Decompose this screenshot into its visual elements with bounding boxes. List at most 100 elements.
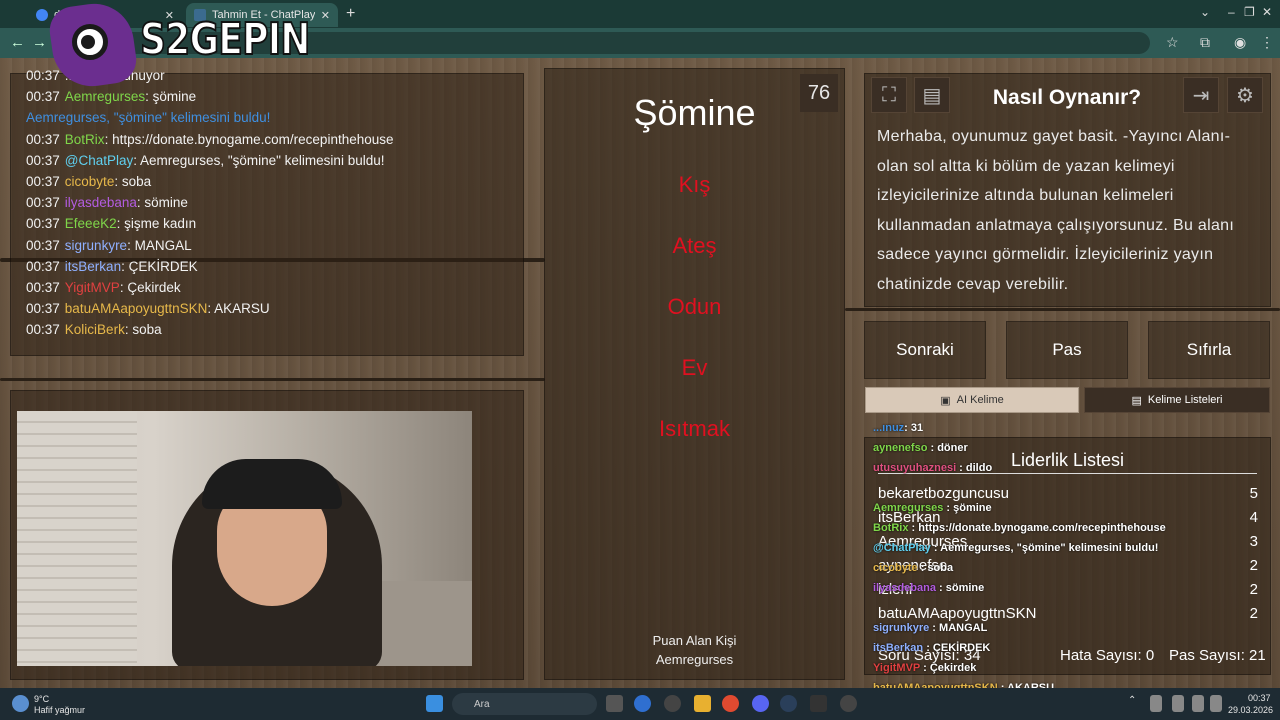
overlay-chat-username: @ChatPlay xyxy=(873,542,931,554)
chat-username[interactable]: YigitMVP xyxy=(65,280,120,295)
overlay-chat-text: : ÇEKİRDEK xyxy=(923,642,991,654)
leaderboard-score: 4 xyxy=(1249,509,1258,526)
leaderboard-score: 5 xyxy=(1249,485,1258,502)
how-to-play-title: Nasıl Oynanır? xyxy=(992,86,1142,109)
overlay-chat-message: ilyasdebana : sömine xyxy=(873,582,984,594)
leaderboard-name: batuAMAapoyugttnSKN xyxy=(878,605,1037,622)
scorer-name: Aemregurses xyxy=(655,652,734,667)
leaderboard-row: bekaretbozguncusu 5 xyxy=(878,485,1258,502)
volume-icon[interactable] xyxy=(1210,695,1222,712)
chat-username[interactable]: batuAMAapoyugttnSKN xyxy=(65,301,208,316)
back-icon[interactable]: ← xyxy=(10,34,25,51)
chat-username[interactable]: Aemregurses, "şömine" kelimesini buldu! xyxy=(26,110,270,125)
logout-icon[interactable]: ⇥ xyxy=(1183,77,1219,113)
overlay-chat-text: : MANGAL xyxy=(929,622,988,634)
microphone-icon[interactable] xyxy=(1172,695,1184,712)
chat-message: 00:37 cicobyte: soba xyxy=(26,174,151,189)
steam-icon[interactable] xyxy=(780,695,797,712)
chat-text: : https://donate.bynogame.com/recepinthe… xyxy=(104,131,394,147)
obs-icon[interactable] xyxy=(840,695,857,712)
discord-icon[interactable] xyxy=(752,695,769,712)
word-lists-button[interactable]: ▤ Kelime Listeleri xyxy=(1084,387,1270,413)
overlay-chat-username: utusuyuhaznesi xyxy=(873,462,957,474)
chat-text: : soba xyxy=(124,322,162,338)
leaderboard-score: 2 xyxy=(1249,605,1258,622)
forward-icon[interactable]: → xyxy=(32,34,47,51)
chat-username[interactable]: BotRix xyxy=(65,132,105,147)
chat-message: 00:37 ilyasdebana: sömine xyxy=(26,195,188,210)
chat-username[interactable]: EfeeeK2 xyxy=(65,216,117,231)
forbidden-word: Isıtmak xyxy=(659,416,730,441)
chat-text: : soba xyxy=(114,174,152,189)
fullscreen-icon[interactable]: ⛶ xyxy=(871,77,907,113)
tray-chevron-icon[interactable]: ⌃ xyxy=(1128,695,1138,712)
logo-text: S2GEPIN xyxy=(139,13,311,66)
pass-button[interactable]: Pas xyxy=(1006,321,1128,379)
extensions-icon[interactable]: ⧉ xyxy=(1200,34,1210,51)
chat-username[interactable]: cicobyte xyxy=(65,174,115,189)
overlay-chat-text: : Aemregurses, "şömine" kelimesini buldu… xyxy=(930,542,1159,554)
overlay-chat-username: cicobyte xyxy=(873,562,918,574)
chat-timestamp: 00:37 xyxy=(26,301,60,317)
chat-message: Aemregurses, "şömine" kelimesini buldu! xyxy=(26,110,270,125)
chat-username[interactable]: ilyasdebana xyxy=(65,195,137,210)
ai-word-button[interactable]: ▣ AI Kelime xyxy=(865,387,1079,413)
word-lists-label: Kelime Listeleri xyxy=(1147,394,1223,406)
weather-icon[interactable] xyxy=(12,695,29,712)
tab-close-icon[interactable]: ✕ xyxy=(321,9,330,22)
chat-username[interactable]: sigrunkyre xyxy=(65,238,127,253)
maximize-button[interactable]: ❐ xyxy=(1244,5,1255,19)
overlay-chat-message: aynenefso : döner xyxy=(873,442,968,454)
settings-gear-icon[interactable]: ⚙ xyxy=(1227,77,1263,113)
chat-message: 00:37 BotRix: https://donate.bynogame.com… xyxy=(26,132,394,147)
window-blind xyxy=(17,411,137,666)
tab-search-icon[interactable]: ⌄ xyxy=(1200,5,1210,19)
menu-icon[interactable]: ⋮ xyxy=(1260,34,1274,51)
app-icon[interactable] xyxy=(810,695,827,712)
overlay-chat-username: BotRix xyxy=(873,522,909,534)
chat-message: 00:37 sigrunkyre: MANGAL xyxy=(26,238,192,253)
overlay-chat-text: : dildo xyxy=(956,462,993,474)
chat-timestamp: 00:37 xyxy=(26,237,60,253)
chat-timestamp: 00:37 xyxy=(26,131,60,147)
google-favicon-icon xyxy=(36,9,48,21)
task-view-icon[interactable] xyxy=(606,695,623,712)
clock-time: 00:37 xyxy=(1248,693,1271,703)
chat-username[interactable]: KoliciBerk xyxy=(65,322,125,337)
chat-message: 00:37 itsBerkan: ÇEKİRDEK xyxy=(26,259,198,274)
new-tab-button[interactable]: + xyxy=(346,5,355,23)
notes-icon[interactable]: ▤ xyxy=(914,77,950,113)
app-icon[interactable] xyxy=(664,695,681,712)
app-icon[interactable] xyxy=(634,695,651,712)
stream-logo: S2GEPIN xyxy=(46,0,322,92)
chat-username[interactable]: itsBerkan xyxy=(65,259,121,274)
how-to-play-text: Merhaba, oyunumuz gayet basit. -Yayıncı … xyxy=(877,128,1235,293)
scorer-label: Puan Alan Kişi xyxy=(652,633,737,648)
chat-message: 00:37 batuAMAapoyugttnSKN: AKARSU xyxy=(26,301,270,316)
network-icon[interactable] xyxy=(1150,695,1162,712)
profile-icon[interactable]: ◉ xyxy=(1234,34,1246,51)
chat-timestamp: 00:37 xyxy=(26,258,60,274)
windows-start-icon[interactable] xyxy=(426,695,443,712)
chat-message: 00:37 @ChatPlay: Aemregurses, "şömine" ke… xyxy=(26,153,384,168)
bookmark-star-icon[interactable]: ☆ xyxy=(1166,34,1179,51)
overlay-chat-text: : şömine xyxy=(943,502,992,514)
reset-button[interactable]: Sıfırla xyxy=(1148,321,1270,379)
overlay-chat-text: : 31 xyxy=(904,422,924,434)
leaderboard-name: bekaretbozguncusu xyxy=(878,485,1009,502)
chat-timestamp: 00:37 xyxy=(26,280,60,295)
chat-username[interactable]: @ChatPlay xyxy=(65,153,133,168)
file-explorer-icon[interactable] xyxy=(694,695,711,712)
overlay-chat-username: ...ınuz xyxy=(873,422,905,434)
taskbar-search[interactable]: Ara xyxy=(452,693,597,715)
clock-date: 29.03.2026 xyxy=(1228,705,1274,715)
leaderboard-score: 2 xyxy=(1249,557,1258,574)
chat-timestamp: 00:37 xyxy=(26,152,60,168)
minimize-button[interactable]: – xyxy=(1228,5,1235,19)
overlay-chat-username: YigitMVP xyxy=(873,662,921,674)
next-button[interactable]: Sonraki xyxy=(864,321,986,379)
chrome-icon[interactable] xyxy=(722,695,739,712)
wifi-icon[interactable] xyxy=(1192,695,1204,712)
close-window-button[interactable]: ✕ xyxy=(1262,5,1272,19)
overlay-chat-text: : Çekirdek xyxy=(920,662,977,674)
